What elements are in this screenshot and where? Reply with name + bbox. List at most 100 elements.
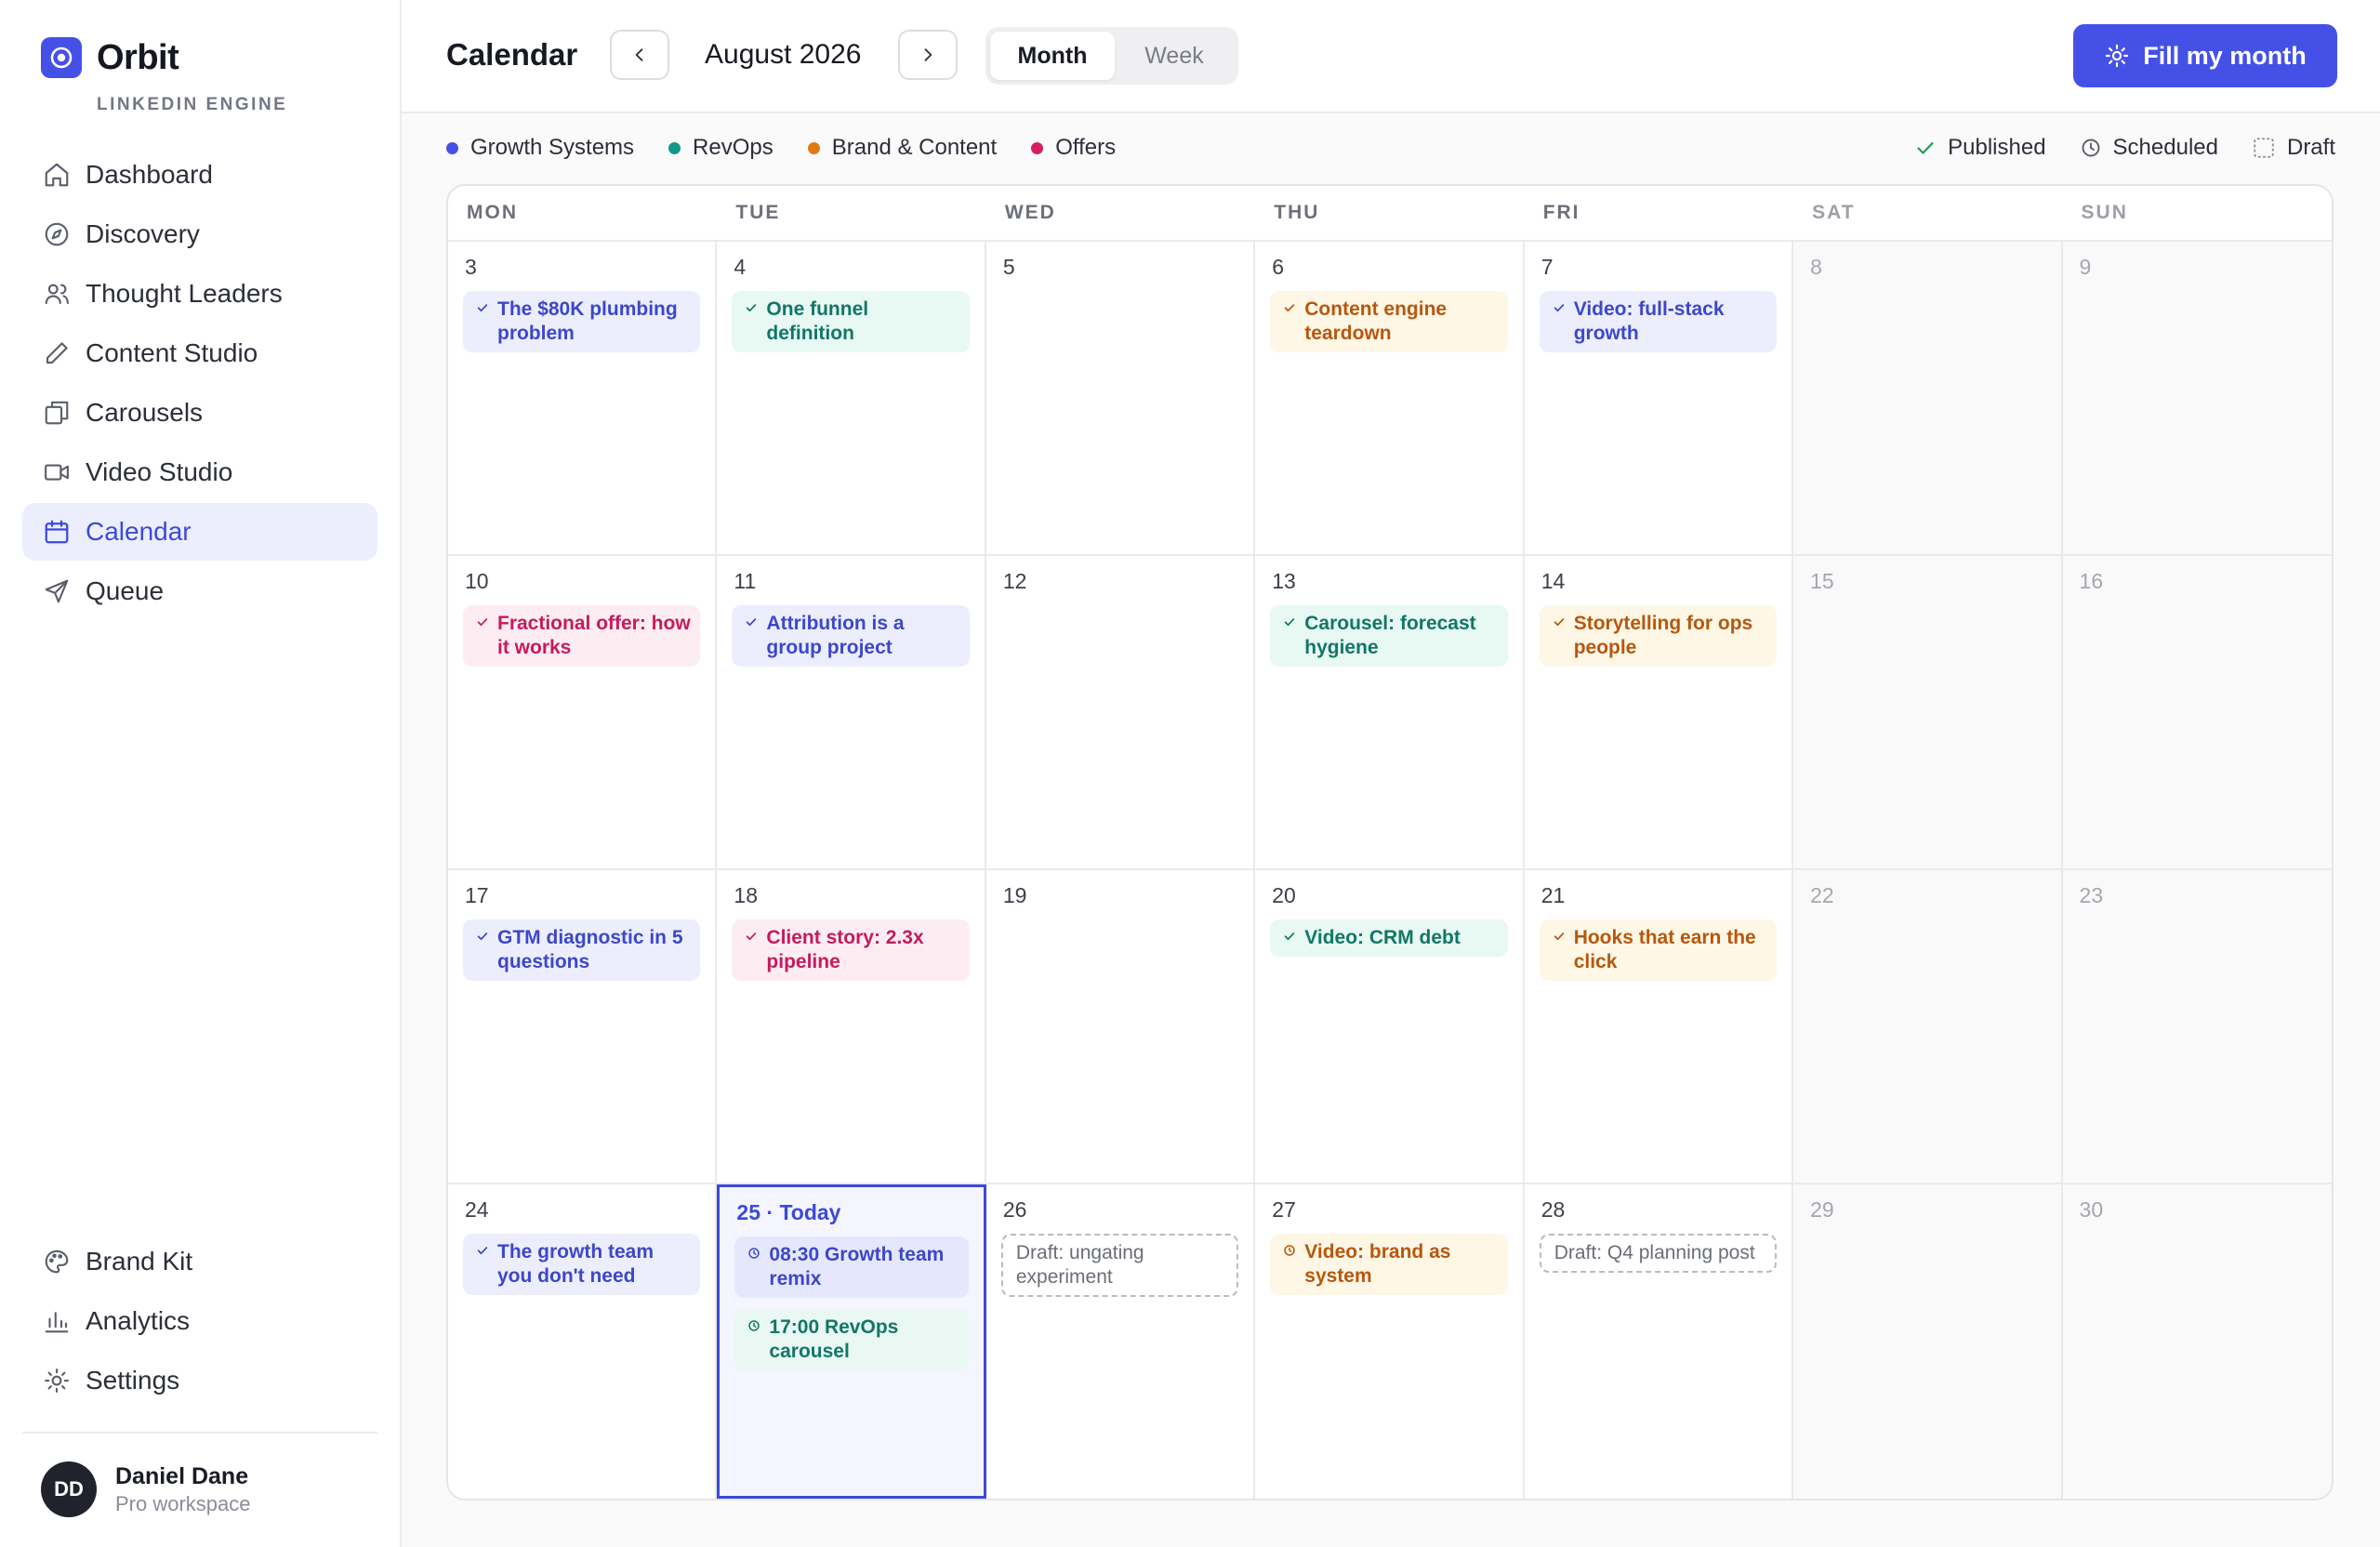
sidebar-item-discovery[interactable]: Discovery: [22, 205, 377, 263]
post-card[interactable]: Content engine teardown: [1270, 291, 1508, 352]
page-title: Calendar: [446, 37, 578, 72]
sidebar-item-thought-leaders[interactable]: Thought Leaders: [22, 265, 377, 323]
calendar-weeks: 3 The $80K plumbing problem 4 One funnel de…: [448, 242, 2332, 1499]
fill-my-month-label: Fill my month: [2143, 41, 2307, 70]
day-number: 3: [465, 255, 477, 279]
draft-post-card[interactable]: Draft: ungating experiment: [1000, 1234, 1239, 1297]
post-card[interactable]: Client story: 2.3x pipeline: [732, 919, 970, 981]
sidebar-item-video-studio[interactable]: Video Studio: [22, 443, 377, 501]
copy-icon: [41, 397, 73, 429]
post-card[interactable]: Attribution is a group project: [732, 605, 970, 667]
fill-my-month-button[interactable]: Fill my month: [2073, 24, 2337, 87]
calendar-day[interactable]: 16: [2062, 556, 2332, 868]
sidebar-item-label: Settings: [86, 1366, 180, 1395]
calendar-day[interactable]: 5: [986, 242, 1256, 554]
clock-icon: [747, 1247, 760, 1260]
calendar-day[interactable]: 14 Storytelling for ops people: [1525, 556, 1794, 868]
orbit-logo-icon: [41, 37, 82, 78]
post-card[interactable]: Storytelling for ops people: [1539, 605, 1778, 667]
check-icon: [476, 930, 489, 943]
sidebar-item-label: Brand Kit: [86, 1247, 193, 1276]
category-legend: Growth Systems RevOps Brand & Content Of…: [446, 135, 1150, 161]
post-title: 08:30 Growth team remix: [769, 1244, 945, 1289]
calendar-day[interactable]: 9: [2062, 242, 2332, 554]
post-title: Client story: 2.3x pipeline: [766, 927, 924, 972]
calendar-day[interactable]: 24 The growth team you don't need: [448, 1184, 718, 1499]
post-card[interactable]: Video: CRM debt: [1270, 919, 1508, 957]
chevron-left-icon: [630, 46, 649, 64]
calendar-day[interactable]: 13 Carousel: forecast hygiene: [1255, 556, 1525, 868]
calendar-day[interactable]: 28 Draft: Q4 planning post: [1525, 1184, 1794, 1499]
sidebar-item-dashboard[interactable]: Dashboard: [22, 146, 377, 204]
post-card[interactable]: 17:00 RevOps carousel: [734, 1309, 969, 1370]
check-icon: [476, 301, 489, 314]
calendar-day[interactable]: 12: [986, 556, 1256, 868]
calendar-day[interactable]: 8: [1793, 242, 2063, 554]
post-card[interactable]: Video: brand as system: [1270, 1234, 1508, 1295]
calendar-day[interactable]: 17 GTM diagnostic in 5 questions: [448, 870, 718, 1183]
post-card[interactable]: One funnel definition: [732, 291, 970, 352]
calendar-day[interactable]: 21 Hooks that earn the click: [1525, 870, 1794, 1183]
calendar-day[interactable]: 27 Video: brand as system: [1255, 1184, 1525, 1499]
calendar-day[interactable]: 6 Content engine teardown: [1255, 242, 1525, 554]
calendar-day[interactable]: 4 One funnel definition: [717, 242, 986, 554]
day-number: 6: [1272, 255, 1285, 279]
calendar-day[interactable]: 15: [1793, 556, 2063, 868]
check-icon: [1914, 137, 1937, 159]
sidebar-item-label: Video Studio: [86, 457, 233, 486]
sidebar-item-queue[interactable]: Queue: [22, 562, 377, 620]
brand[interactable]: Orbit: [41, 37, 179, 78]
avatar: DD: [41, 1461, 97, 1517]
sidebar-item-content-studio[interactable]: Content Studio: [22, 324, 377, 382]
post-card[interactable]: GTM diagnostic in 5 questions: [463, 919, 701, 981]
calendar-day[interactable]: 20 Video: CRM debt: [1255, 870, 1525, 1183]
calendar-day[interactable]: 26 Draft: ungating experiment: [986, 1184, 1256, 1499]
sidebar-item-settings[interactable]: Settings: [22, 1352, 377, 1409]
check-icon: [1553, 301, 1566, 314]
post-card[interactable]: Carousel: forecast hygiene: [1270, 605, 1508, 667]
post-card[interactable]: Fractional offer: how it works: [463, 605, 701, 667]
status-legend: Published Scheduled Draft: [1881, 135, 2335, 161]
tab-month[interactable]: Month: [990, 32, 1115, 80]
legend-label: Brand & Content: [831, 135, 998, 160]
calendar-day[interactable]: 23: [2062, 870, 2332, 1183]
day-number: 7: [1540, 255, 1554, 279]
main-nav: Dashboard Discovery Thought Leaders Cont…: [22, 146, 377, 622]
calendar-grid: MON TUE WED THU FRI SAT SUN 3 The $80K plumbing…: [446, 184, 2334, 1501]
user-profile[interactable]: DD Daniel Dane Pro workspace: [41, 1461, 251, 1517]
calendar-day[interactable]: 7 Video: full-stack growth: [1525, 242, 1794, 554]
post-card[interactable]: Hooks that earn the click: [1539, 919, 1778, 981]
sidebar-item-calendar[interactable]: Calendar: [22, 503, 377, 561]
day-number: 12: [1002, 569, 1027, 593]
sidebar-item-brand-kit[interactable]: Brand Kit: [22, 1233, 377, 1290]
calendar-day[interactable]: 3 The $80K plumbing problem: [448, 242, 718, 554]
calendar-day[interactable]: 10 Fractional offer: how it works: [448, 556, 718, 868]
view-toggle: Month Week: [985, 27, 1238, 85]
sparkle-sun-icon: [2104, 43, 2130, 69]
post-card[interactable]: The growth team you don't need: [463, 1234, 701, 1295]
sidebar-item-label: Thought Leaders: [86, 279, 283, 308]
check-icon: [476, 1244, 489, 1257]
next-month-button[interactable]: [898, 30, 958, 80]
post-card[interactable]: The $80K plumbing problem: [463, 291, 701, 352]
tab-week[interactable]: Week: [1115, 32, 1234, 80]
day-number: 19: [1002, 883, 1027, 907]
calendar-week-row: 10 Fractional offer: how it works 11 Attrib…: [448, 556, 2332, 870]
post-card[interactable]: Video: full-stack growth: [1539, 291, 1778, 352]
post-card[interactable]: 08:30 Growth team remix: [734, 1236, 969, 1298]
calendar-day[interactable]: 30: [2062, 1184, 2332, 1499]
calendar-week-row: 17 GTM diagnostic in 5 questions 18 Client …: [448, 870, 2332, 1184]
calendar-day[interactable]: 29: [1793, 1184, 2063, 1499]
draft-post-card[interactable]: Draft: Q4 planning post: [1539, 1234, 1778, 1273]
status-label: Published: [1948, 135, 2046, 160]
previous-month-button[interactable]: [610, 30, 669, 80]
calendar-day[interactable]: 11 Attribution is a group project: [717, 556, 986, 868]
sidebar-item-analytics[interactable]: Analytics: [22, 1292, 377, 1350]
sidebar-item-label: Analytics: [86, 1306, 191, 1335]
status-label: Draft: [2286, 135, 2335, 160]
sidebar-item-carousels[interactable]: Carousels: [22, 384, 377, 442]
calendar-day[interactable]: 18 Client story: 2.3x pipeline: [717, 870, 986, 1183]
calendar-day[interactable]: 22: [1793, 870, 2063, 1183]
calendar-day[interactable]: 19: [986, 870, 1256, 1183]
calendar-day-today[interactable]: 25 · Today 08:30 Growth team remix 17:00 R…: [717, 1184, 986, 1499]
